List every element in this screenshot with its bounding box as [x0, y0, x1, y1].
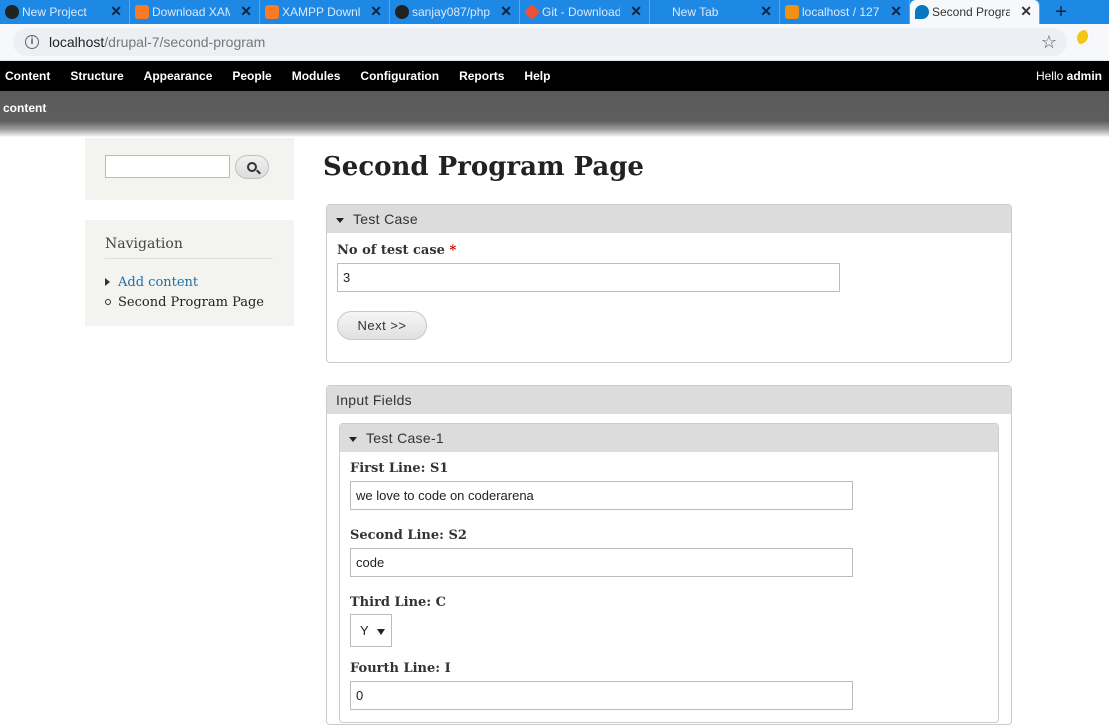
caret-down-icon: [336, 218, 344, 223]
third-line-label: Third Line: C: [350, 595, 447, 610]
caret-down-icon: [349, 437, 357, 442]
second-line-label: Second Line: S2: [350, 528, 467, 543]
test-case-1-fieldset: Test Case-1 First Line: S1 we love to co…: [339, 423, 999, 723]
bookmark-star-icon[interactable]: ☆: [1041, 32, 1057, 53]
close-icon[interactable]: ✕: [1020, 3, 1032, 20]
close-icon[interactable]: ✕: [370, 3, 382, 20]
leaf-bullet-icon: [105, 299, 111, 305]
no-of-test-case-input[interactable]: 3: [337, 263, 840, 292]
navigation-title: Navigation: [105, 236, 273, 259]
search-input[interactable]: [105, 155, 230, 178]
close-icon[interactable]: ✕: [630, 3, 642, 20]
tab-label: sanjay087/php: [412, 5, 490, 19]
navigation-block: Navigation Add content Second Program Pa…: [85, 220, 294, 326]
toolbar-item-people[interactable]: People: [222, 61, 281, 91]
info-icon[interactable]: i: [25, 35, 39, 49]
moon-icon[interactable]: [1077, 30, 1093, 46]
input-fields-legend: Input Fields: [327, 386, 1011, 414]
dropdown-arrow-icon: [377, 629, 385, 635]
first-line-input[interactable]: we love to code on coderarena: [350, 481, 853, 510]
tab-label: Git - Downloads: [542, 5, 620, 19]
browser-tab[interactable]: XAMPP Downloads ✕: [260, 0, 390, 24]
field-label-text: No of test case: [337, 243, 445, 258]
browser-tab[interactable]: sanjay087/php ✕: [390, 0, 520, 24]
browser-tab[interactable]: localhost / 127 ✕: [780, 0, 910, 24]
tab-label: New Tab: [672, 5, 719, 19]
tab-label: XAMPP Downloads: [282, 5, 360, 19]
nav-item: Add content: [105, 272, 264, 292]
toolbar-item-reports[interactable]: Reports: [449, 61, 514, 91]
first-line-label: First Line: S1: [350, 461, 449, 476]
github-icon: [395, 5, 409, 19]
toolbar-item-modules[interactable]: Modules: [282, 61, 351, 91]
new-tab-button[interactable]: +: [1040, 0, 1082, 24]
navigation-list: Add content Second Program Page: [105, 272, 264, 312]
page-title: Second Program Page: [323, 152, 644, 182]
close-icon[interactable]: ✕: [110, 3, 122, 20]
collapsed-arrow-icon: [105, 278, 110, 286]
fourth-line-input[interactable]: 0: [350, 681, 853, 710]
nav-item: Second Program Page: [105, 292, 264, 312]
git-icon: [524, 4, 540, 20]
url-field[interactable]: i localhost/drupal-7/second-program ☆: [13, 28, 1067, 56]
close-icon[interactable]: ✕: [760, 3, 772, 20]
browser-tab[interactable]: New Project ✕: [0, 0, 130, 24]
close-icon[interactable]: ✕: [240, 3, 252, 20]
tab-label: localhost / 127: [802, 5, 880, 19]
hello-user: Hello admin: [1036, 61, 1102, 91]
tab-label: Download XAMPP: [152, 5, 230, 19]
next-button[interactable]: Next >>: [337, 311, 427, 340]
second-line-input[interactable]: code: [350, 548, 853, 577]
url-host: localhost: [49, 34, 105, 50]
third-line-select[interactable]: Y: [350, 614, 392, 647]
browser-tab[interactable]: Git - Downloads ✕: [520, 0, 650, 24]
toolbar-item-help[interactable]: Help: [514, 61, 560, 91]
tab-label: Second Program: [932, 5, 1010, 19]
no-of-test-case-label: No of test case *: [337, 243, 456, 258]
admin-toolbar: Content Structure Appearance People Modu…: [0, 61, 1109, 91]
shortcut-add-content[interactable]: content: [3, 101, 46, 115]
nav-link-add-content[interactable]: Add content: [118, 275, 198, 290]
legend-label: Test Case-1: [366, 430, 444, 446]
close-icon[interactable]: ✕: [890, 3, 902, 20]
legend-label: Test Case: [353, 211, 418, 227]
browser-tab[interactable]: New Tab ✕: [650, 0, 780, 24]
test-case-fieldset: Test Case No of test case * 3 Next >>: [326, 204, 1012, 363]
search-block: [85, 138, 294, 200]
github-icon: [5, 5, 19, 19]
shortcuts-bar: content: [0, 91, 1109, 137]
legend-label: Input Fields: [336, 392, 412, 408]
test-case-1-legend[interactable]: Test Case-1: [340, 424, 998, 452]
toolbar-item-structure[interactable]: Structure: [60, 61, 133, 91]
search-icon: [247, 162, 257, 172]
close-icon[interactable]: ✕: [500, 3, 512, 20]
phpmyadmin-icon: [785, 5, 799, 19]
address-bar: i localhost/drupal-7/second-program ☆: [0, 24, 1109, 61]
toolbar-item-content[interactable]: Content: [0, 61, 60, 91]
xampp-icon: [135, 5, 149, 19]
nav-link-second-program-page[interactable]: Second Program Page: [118, 295, 264, 310]
drupal-icon: [915, 5, 929, 19]
browser-tab[interactable]: Download XAMPP ✕: [130, 0, 260, 24]
toolbar-item-appearance[interactable]: Appearance: [134, 61, 223, 91]
browser-tab-strip: New Project ✕ Download XAMPP ✕ XAMPP Dow…: [0, 0, 1109, 24]
xampp-icon: [265, 5, 279, 19]
search-button[interactable]: [235, 155, 269, 179]
required-marker: *: [449, 243, 457, 258]
browser-tab-active[interactable]: Second Program ✕: [910, 0, 1040, 24]
url-path: /drupal-7/second-program: [104, 34, 266, 50]
select-value: Y: [360, 623, 369, 638]
test-case-legend[interactable]: Test Case: [327, 205, 1011, 233]
fourth-line-label: Fourth Line: I: [350, 661, 451, 676]
toolbar-item-configuration[interactable]: Configuration: [350, 61, 449, 91]
user-link[interactable]: admin: [1067, 69, 1102, 83]
hello-prefix: Hello: [1035, 69, 1067, 83]
tab-label: New Project: [22, 5, 87, 19]
